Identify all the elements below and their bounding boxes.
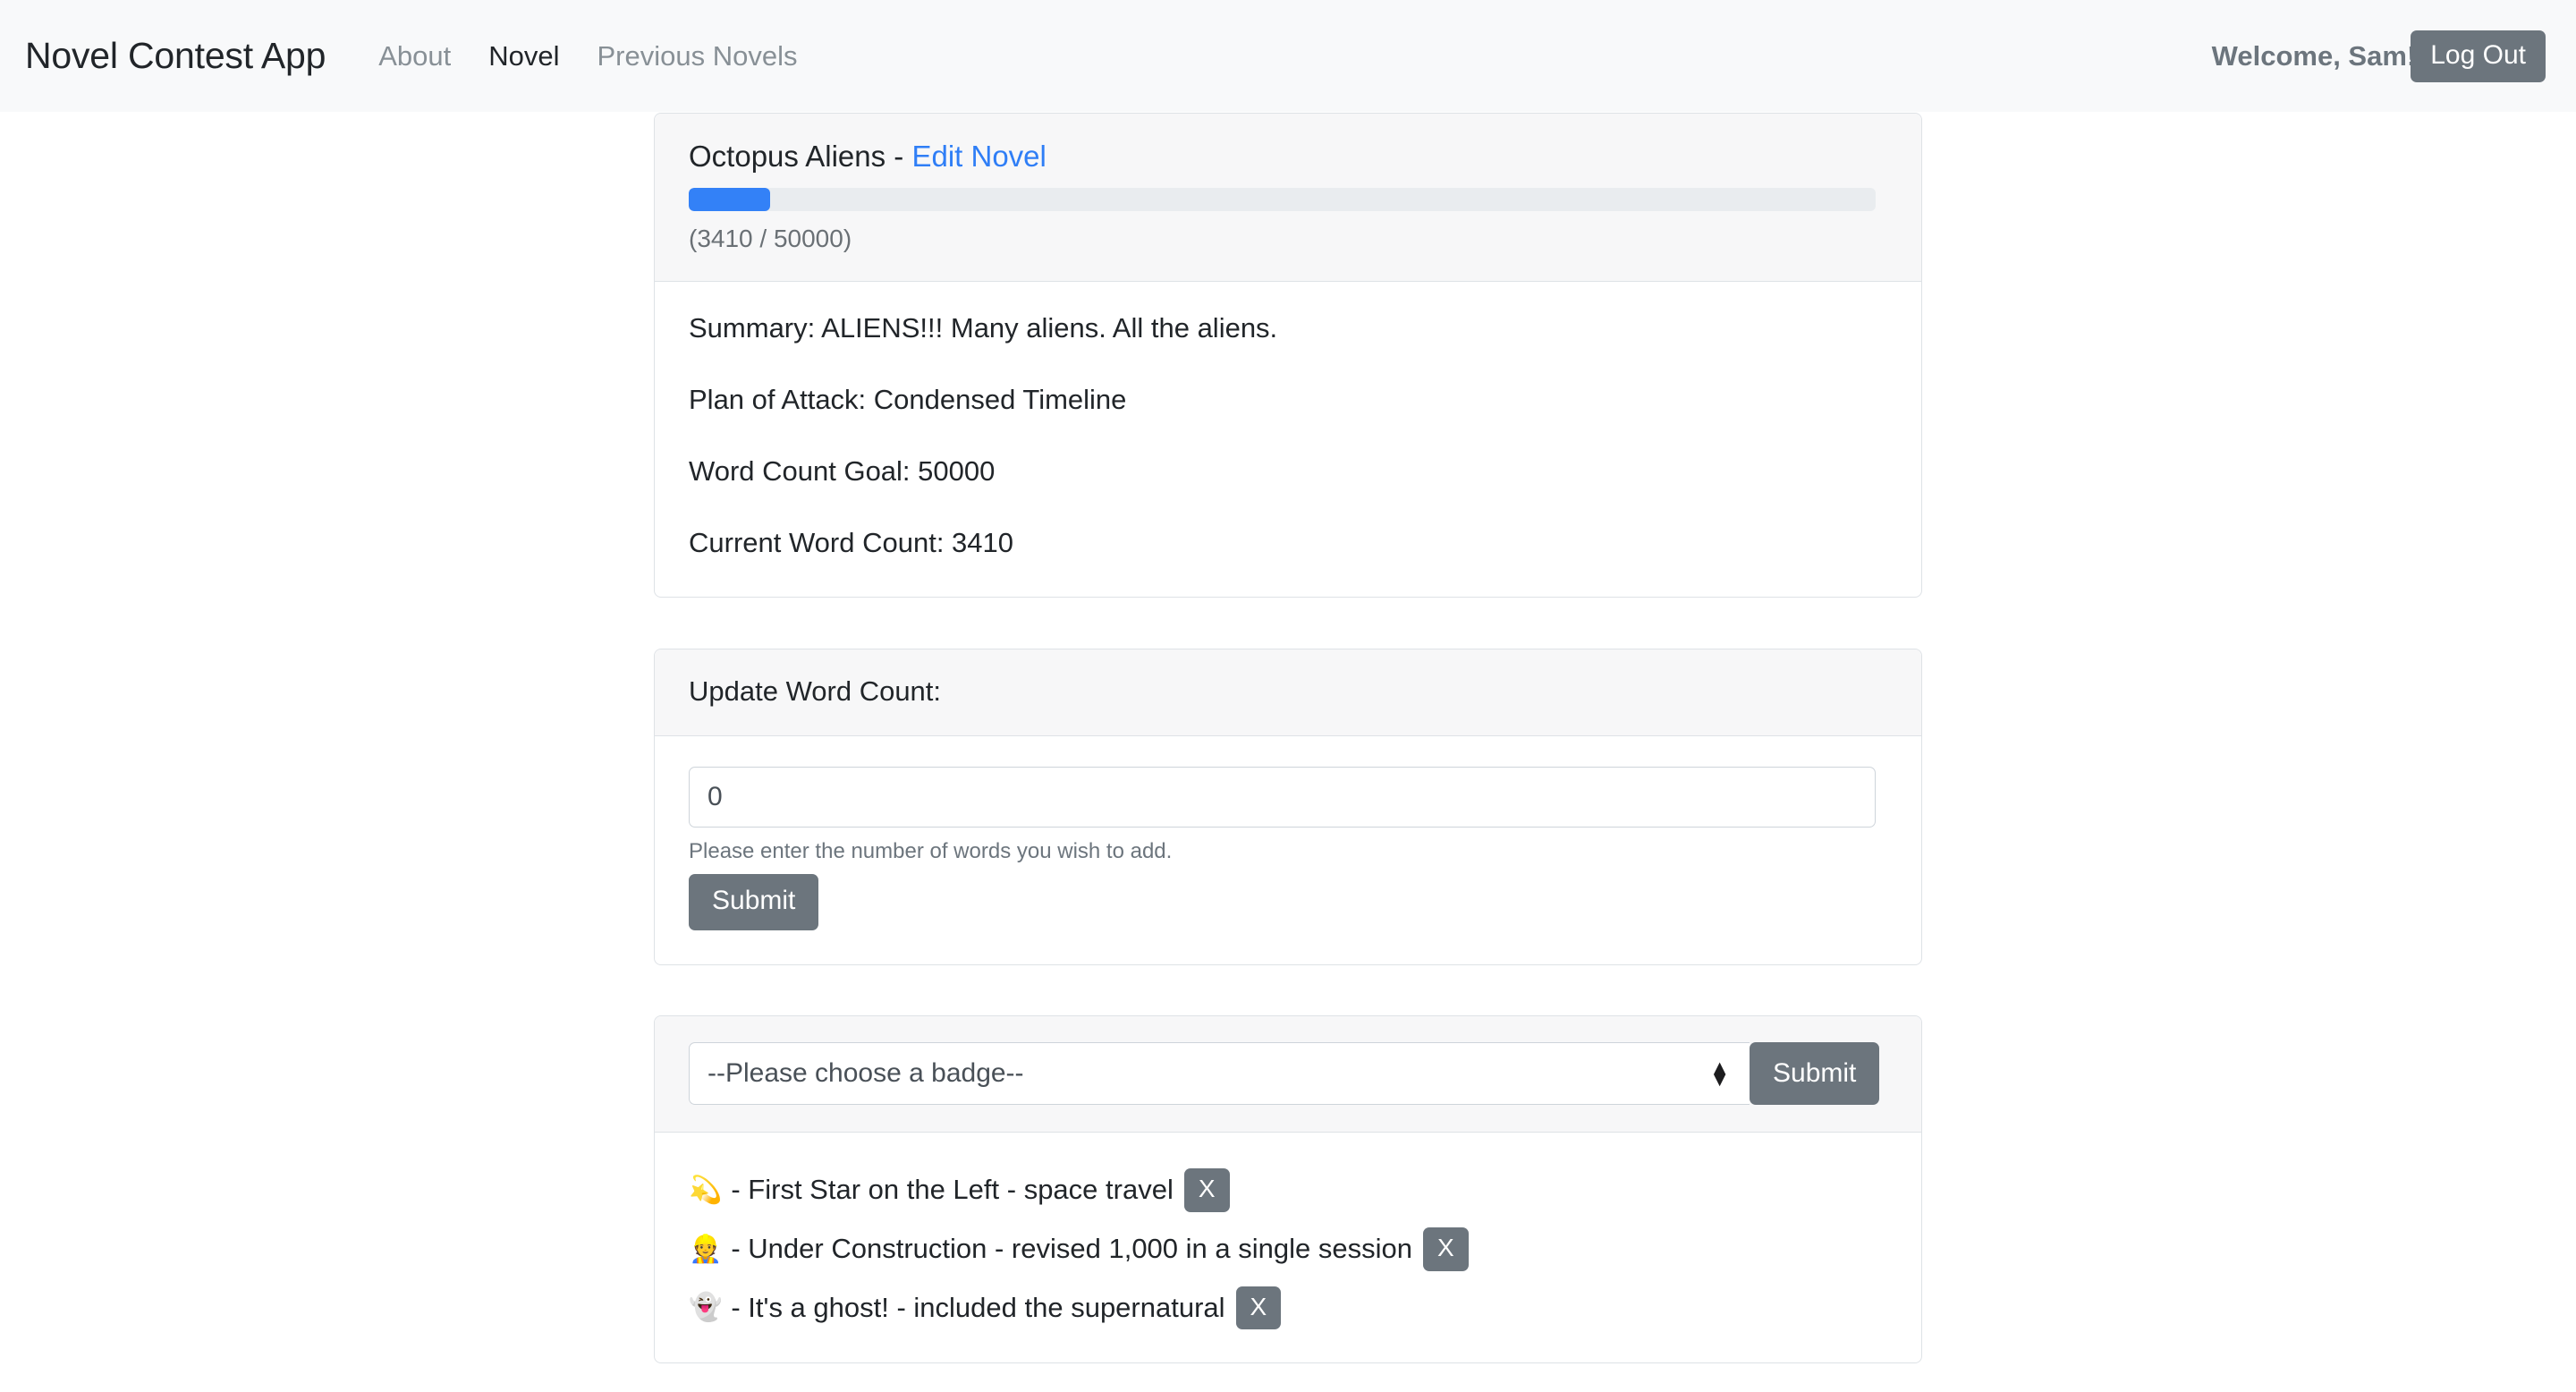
badge-card-header: --Please choose a badge-- ▲ ▼ Submit (655, 1016, 1921, 1133)
badge-description: - It's a ghost! - included the supernatu… (731, 1291, 1225, 1323)
word-count-progress-fill (689, 188, 770, 211)
ghost-badge-icon: 👻 (689, 1292, 723, 1324)
badge-list-item: 💫 - First Star on the Left - space trave… (689, 1168, 1887, 1212)
log-out-button[interactable]: Log Out (2411, 30, 2546, 82)
shooting-star-badge-icon: 💫 (689, 1174, 723, 1206)
badge-list-item: 👻 - It's a ghost! - included the superna… (689, 1286, 1887, 1330)
word-count-input[interactable] (689, 767, 1876, 828)
title-separator: - (886, 140, 912, 173)
remove-badge-button[interactable]: X (1422, 1226, 1469, 1271)
word-count-progress-bar (689, 188, 1876, 211)
progress-label: (3410 / 50000) (689, 225, 852, 252)
edit-novel-link[interactable]: Edit Novel (911, 140, 1046, 173)
badge-card: --Please choose a badge-- ▲ ▼ Submit 💫 - … (654, 1015, 1922, 1364)
badge-select-row: --Please choose a badge-- ▲ ▼ Submit (689, 1042, 1887, 1105)
novel-current-word-count: Current Word Count: 3410 (689, 527, 1014, 558)
remove-badge-button[interactable]: X (1235, 1286, 1282, 1330)
nav-link-novel[interactable]: Novel (470, 40, 578, 72)
badge-description: - Under Construction - revised 1,000 in … (731, 1233, 1412, 1265)
update-word-count-body: Please enter the number of words you wis… (655, 736, 1921, 964)
brand-logo[interactable]: Novel Contest App (25, 35, 326, 77)
badge-select[interactable]: --Please choose a badge-- ▲ ▼ (689, 1042, 1750, 1105)
badge-list-item: 👷 - Under Construction - revised 1,000 i… (689, 1226, 1887, 1271)
welcome-message: Welcome, Sam! (2211, 39, 2417, 72)
badge-submit-button[interactable]: Submit (1750, 1042, 1880, 1105)
badge-list: 💫 - First Star on the Left - space trave… (655, 1133, 1921, 1362)
novel-card-body: Summary: ALIENS!!! Many aliens. All the … (655, 282, 1921, 597)
update-word-count-header: Update Word Count: (655, 649, 1921, 736)
update-word-count-card: Update Word Count: Please enter the numb… (654, 649, 1922, 965)
nav-link-about[interactable]: About (360, 40, 470, 72)
nav-links: About Novel Previous Novels (360, 40, 816, 72)
word-count-submit-button[interactable]: Submit (689, 874, 819, 930)
remove-badge-button[interactable]: X (1183, 1168, 1230, 1212)
novel-card: Octopus Aliens - Edit Novel (3410 / 5000… (654, 113, 1922, 598)
badge-select-value: --Please choose a badge-- (708, 1058, 1024, 1088)
novel-plan-of-attack: Plan of Attack: Condensed Timeline (689, 384, 1127, 415)
badge-description: - First Star on the Left - space travel (731, 1174, 1174, 1206)
novel-card-header: Octopus Aliens - Edit Novel (3410 / 5000… (655, 114, 1921, 282)
construction-worker-badge-icon: 👷 (689, 1233, 723, 1265)
novel-title-row: Octopus Aliens - Edit Novel (689, 140, 1887, 174)
novel-summary: Summary: ALIENS!!! Many aliens. All the … (689, 312, 1278, 344)
navbar-right: Welcome, Sam! Log Out (2212, 30, 2546, 82)
novel-word-count-goal: Word Count Goal: 50000 (689, 455, 996, 487)
novel-title: Octopus Aliens (689, 140, 886, 173)
word-count-help-text: Please enter the number of words you wis… (689, 839, 1173, 863)
nav-link-previous-novels[interactable]: Previous Novels (578, 40, 816, 72)
main-content: Octopus Aliens - Edit Novel (3410 / 5000… (0, 113, 2576, 1364)
navbar: Novel Contest App About Novel Previous N… (0, 0, 2576, 112)
stepper-arrows-icon: ▲ ▼ (1709, 1056, 1730, 1091)
update-word-count-label: Update Word Count: (689, 675, 942, 707)
